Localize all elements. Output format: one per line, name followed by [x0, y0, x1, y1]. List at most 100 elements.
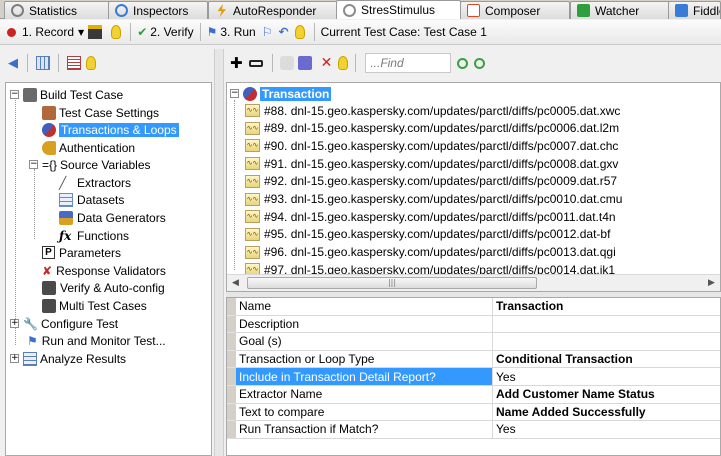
multi-case-icon: [42, 298, 56, 313]
property-name: Transaction or Loop Type: [236, 350, 493, 369]
property-value[interactable]: Name Added Successfully: [493, 404, 720, 422]
tree-item-source-variables[interactable]: − ={} Source Variables: [29, 156, 151, 173]
request-icon: ∿∿: [245, 139, 260, 153]
request-row[interactable]: ∿∿ #91. dnl-15.geo.kaspersky.com/updates/…: [245, 155, 618, 172]
tab-statistics[interactable]: Statistics: [4, 1, 114, 19]
tree-item-build-test-case[interactable]: − Build Test Case: [10, 86, 123, 103]
record-dropdown[interactable]: ▼: [77, 22, 85, 43]
hint-button[interactable]: [108, 22, 127, 43]
watcher-icon: [577, 4, 590, 17]
request-label: #91. dnl-15.geo.kaspersky.com/updates/pa…: [264, 156, 619, 171]
toolbar-separator: [199, 23, 201, 41]
tree-label: Test Case Settings: [59, 105, 160, 120]
tree-item-response-validators[interactable]: ✘ Response Validators: [42, 262, 166, 279]
delete-request-icon[interactable]: [297, 56, 312, 70]
tab-fiddle[interactable]: Fiddle: [668, 1, 721, 19]
request-row[interactable]: ∿∿ #89. dnl-15.geo.kaspersky.com/updates/…: [245, 120, 619, 137]
request-row[interactable]: ∿∿ #90. dnl-15.geo.kaspersky.com/updates/…: [245, 137, 618, 154]
delete-icon[interactable]: ✕: [321, 55, 333, 71]
property-row[interactable]: Transaction or Loop Type Conditional Tran…: [227, 350, 720, 369]
request-row[interactable]: ∿∿ #95. dnl-15.geo.kaspersky.com/updates/…: [245, 226, 610, 243]
property-value[interactable]: Yes: [493, 421, 720, 439]
property-value[interactable]: Yes: [493, 368, 720, 386]
run-button[interactable]: ⚑ 3. Run: [204, 22, 259, 43]
clapper-button[interactable]: [85, 22, 108, 43]
property-row[interactable]: Description: [227, 315, 720, 334]
tab-inspectors[interactable]: Inspectors: [108, 1, 208, 19]
tree-item-verify-autoconfig[interactable]: Verify & Auto-config: [42, 279, 165, 296]
tree-item-data-generators[interactable]: Data Generators: [59, 209, 166, 226]
tree-line: [15, 100, 16, 345]
request-row[interactable]: ∿∿ #92. dnl-15.geo.kaspersky.com/updates/…: [245, 173, 617, 190]
lightbulb-icon[interactable]: [338, 56, 349, 70]
function-icon: ƒx: [59, 228, 72, 243]
tab-stresstimulus[interactable]: StresStimulus: [336, 0, 461, 19]
tab-label: Inspectors: [133, 3, 189, 18]
property-value[interactable]: [493, 316, 720, 334]
property-row[interactable]: Include in Transaction Detail Report? Yes: [227, 368, 720, 386]
row-gutter: [227, 368, 236, 386]
list-view-icon[interactable]: [67, 56, 81, 70]
row-gutter: [227, 298, 236, 316]
scroll-right-icon[interactable]: ▶: [705, 277, 718, 290]
row-gutter: [227, 421, 236, 439]
hint-button-2[interactable]: [292, 22, 311, 43]
property-row[interactable]: Goal (s): [227, 333, 720, 351]
tree-item-run-monitor[interactable]: ⚑ Run and Monitor Test...: [27, 332, 166, 349]
run-wizard-button[interactable]: ⚐: [259, 22, 276, 43]
request-row[interactable]: ∿∿ #88. dnl-15.geo.kaspersky.com/updates/…: [245, 102, 620, 119]
tab-label: Fiddle: [693, 3, 720, 18]
verify-button[interactable]: ✔ 2. Verify: [134, 22, 196, 43]
request-row[interactable]: ∿∿ #96. dnl-15.geo.kaspersky.com/updates/…: [245, 244, 616, 261]
add-icon[interactable]: ✚: [230, 54, 243, 72]
find-next-icon[interactable]: [474, 57, 486, 69]
property-grid: Name Transaction Description Goal (s) Transa…: [226, 297, 721, 456]
collapse-icon[interactable]: −: [230, 89, 239, 98]
remove-icon[interactable]: [248, 59, 263, 67]
request-row[interactable]: ∿∿ #94. dnl-15.geo.kaspersky.com/updates/…: [245, 208, 616, 225]
tree-item-authentication[interactable]: Authentication: [42, 139, 135, 156]
tree-item-transactions-loops[interactable]: Transactions & Loops: [42, 121, 179, 138]
property-value[interactable]: Transaction: [493, 298, 720, 316]
expand-icon[interactable]: +: [10, 319, 19, 328]
tab-autoresponder[interactable]: AutoResponder: [208, 1, 338, 19]
find-previous-icon[interactable]: [457, 57, 469, 69]
scroll-left-icon[interactable]: ◀: [229, 277, 242, 290]
collapse-icon[interactable]: −: [10, 90, 19, 99]
tree-item-functions[interactable]: ƒx Functions: [59, 227, 129, 244]
tree-item-multi-test-cases[interactable]: Multi Test Cases: [42, 297, 147, 314]
property-value[interactable]: [493, 333, 720, 351]
grid-view-icon[interactable]: [36, 56, 50, 70]
tree-item-extractors[interactable]: ╱ Extractors: [59, 174, 131, 191]
find-input[interactable]: ...Find: [365, 53, 452, 73]
request-row[interactable]: ∿∿ #93. dnl-15.geo.kaspersky.com/updates/…: [245, 191, 622, 208]
toolbar-separator: [130, 23, 132, 41]
collapse-icon[interactable]: −: [29, 160, 38, 169]
vertical-splitter[interactable]: [214, 49, 224, 456]
expand-icon[interactable]: +: [10, 354, 19, 363]
back-icon[interactable]: ◀: [8, 56, 18, 71]
tree-item-transaction[interactable]: − Transaction: [230, 85, 332, 102]
tree-item-test-case-settings[interactable]: Test Case Settings: [42, 104, 159, 121]
record-button[interactable]: 1. Record: [4, 22, 77, 43]
scroll-thumb[interactable]: |||: [247, 277, 537, 289]
property-name: Text to compare: [236, 403, 493, 422]
undo-icon: ↶: [278, 25, 289, 39]
tree-item-parameters[interactable]: P Parameters: [42, 244, 121, 261]
property-row[interactable]: Run Transaction if Match? Yes: [227, 421, 720, 439]
tree-item-datasets[interactable]: Datasets: [59, 191, 124, 208]
undo-button[interactable]: ↶: [276, 22, 292, 43]
property-row[interactable]: Extractor Name Add Customer Name Status: [227, 386, 720, 404]
flag-icon: ⚑: [206, 25, 218, 39]
tab-composer[interactable]: Composer: [460, 1, 570, 19]
property-value[interactable]: Add Customer Name Status: [493, 386, 720, 404]
tree-item-analyze-results[interactable]: + Analyze Results: [10, 350, 126, 367]
hand-icon[interactable]: [279, 56, 294, 70]
tree-item-configure-test[interactable]: + 🔧 Configure Test: [10, 315, 118, 332]
property-row[interactable]: Name Transaction: [227, 298, 720, 316]
property-row[interactable]: Text to compare Name Added Successfully: [227, 403, 720, 422]
tab-watcher[interactable]: Watcher: [570, 1, 670, 19]
lightbulb-icon[interactable]: [86, 56, 96, 70]
horizontal-scrollbar[interactable]: ◀ ||| ▶: [227, 274, 720, 291]
property-value[interactable]: Conditional Transaction: [493, 351, 720, 369]
